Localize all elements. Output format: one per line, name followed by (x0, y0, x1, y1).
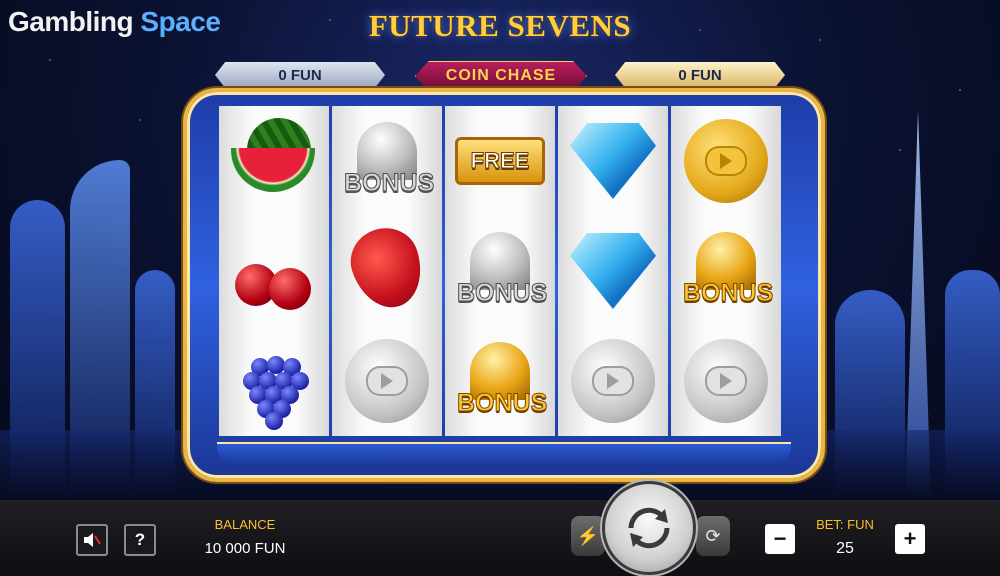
grape-icon (265, 412, 283, 430)
play-triangle (720, 373, 732, 389)
bonus-text: BONUS (683, 279, 774, 308)
brand-logo: Gambling Space (8, 6, 221, 38)
free-text: FREE (470, 148, 530, 174)
reel-cell (558, 106, 668, 216)
autoplay-icon: ⟳ (705, 525, 721, 546)
sound-toggle-button[interactable] (76, 524, 108, 556)
game-title: FUTURE SEVENS (368, 8, 632, 43)
bet-value: 25 (836, 540, 854, 557)
play-icon (705, 146, 747, 176)
watermelon-symbol (231, 118, 317, 204)
silver-bell-bonus-symbol: BONUS (457, 228, 548, 314)
gold-bell-bonus-symbol: BONUS (457, 338, 548, 424)
reel-cell (671, 326, 781, 436)
coin-chase-banner: COIN CHASE (415, 61, 587, 91)
reel-cell: BONUS (332, 106, 442, 216)
spin-button[interactable] (605, 484, 693, 572)
help-button[interactable]: ? (124, 524, 156, 556)
cherry-icon (269, 268, 311, 310)
bet-decrease-button[interactable]: − (765, 524, 795, 554)
bonus-text: BONUS (457, 389, 548, 418)
reel-2: BONUS (332, 106, 442, 436)
bonus-text: BONUS (457, 279, 548, 308)
reel-frame: BONUS FREE BONUS BONUS BONUS (183, 88, 825, 482)
reel-5: BONUS (671, 106, 781, 436)
reel-cell (558, 326, 668, 436)
grapes-symbol (231, 338, 317, 430)
coin-chase-label: COIN CHASE (445, 67, 557, 84)
strawberry-symbol (342, 219, 432, 317)
play-triangle (720, 153, 732, 169)
diamond-symbol (570, 233, 656, 309)
speaker-muted-icon (84, 533, 101, 547)
strawberry-icon (342, 219, 432, 317)
play-icon (366, 366, 408, 396)
autoplay-button[interactable]: ⟳ (696, 516, 730, 556)
cherry-symbol (231, 228, 317, 314)
bonus-text: BONUS (344, 169, 435, 198)
play-triangle (381, 373, 393, 389)
balance-value: 10 000 FUN (204, 540, 286, 557)
lightning-icon: ⚡ (576, 525, 600, 546)
right-fun-counter: 0 FUN (615, 62, 785, 88)
play-triangle (607, 373, 619, 389)
silver-coin-symbol (571, 339, 655, 423)
reel-4 (558, 106, 668, 436)
bet-label: BET: FUN (816, 517, 874, 532)
reels-area: BONUS FREE BONUS BONUS BONUS (219, 106, 781, 436)
left-fun-counter: 0 FUN (215, 62, 385, 88)
reel-cell (558, 216, 668, 326)
diamond-symbol (570, 123, 656, 199)
reel-cell (219, 216, 329, 326)
gold-bell-bonus-symbol: BONUS (683, 228, 774, 314)
silver-bell-bonus-symbol: BONUS (344, 118, 435, 204)
reel-cell: BONUS (445, 216, 555, 326)
play-icon (592, 366, 634, 396)
play-icon (705, 366, 747, 396)
reel-cell (219, 106, 329, 216)
reel-cell (219, 326, 329, 436)
silver-coin-symbol (345, 339, 429, 423)
reel-cell (332, 216, 442, 326)
reel-cell: BONUS (671, 216, 781, 326)
reel-1 (219, 106, 329, 436)
reel-frame-bottom (217, 442, 791, 466)
watermelon-slice (231, 148, 315, 192)
reel-cell: FREE (445, 106, 555, 216)
brand-logo-part2: Space (140, 6, 221, 37)
spin-arrows-icon (628, 507, 670, 549)
reel-cell: BONUS (445, 326, 555, 436)
reel-cell (332, 326, 442, 436)
bet-increase-button[interactable]: + (895, 524, 925, 554)
gold-coin-symbol (684, 119, 768, 203)
brand-logo-part1: Gambling (8, 6, 134, 37)
free-symbol: FREE (455, 137, 545, 185)
reel-cell (671, 106, 781, 216)
control-panel: ? BALANCE 10 000 FUN ⚡ ⟳ BET: FUN 25 − + (0, 500, 1000, 576)
reel-3: FREE BONUS BONUS (445, 106, 555, 436)
silver-coin-symbol (684, 339, 768, 423)
turbo-button[interactable]: ⚡ (571, 516, 605, 556)
balance-label: BALANCE (214, 517, 276, 532)
